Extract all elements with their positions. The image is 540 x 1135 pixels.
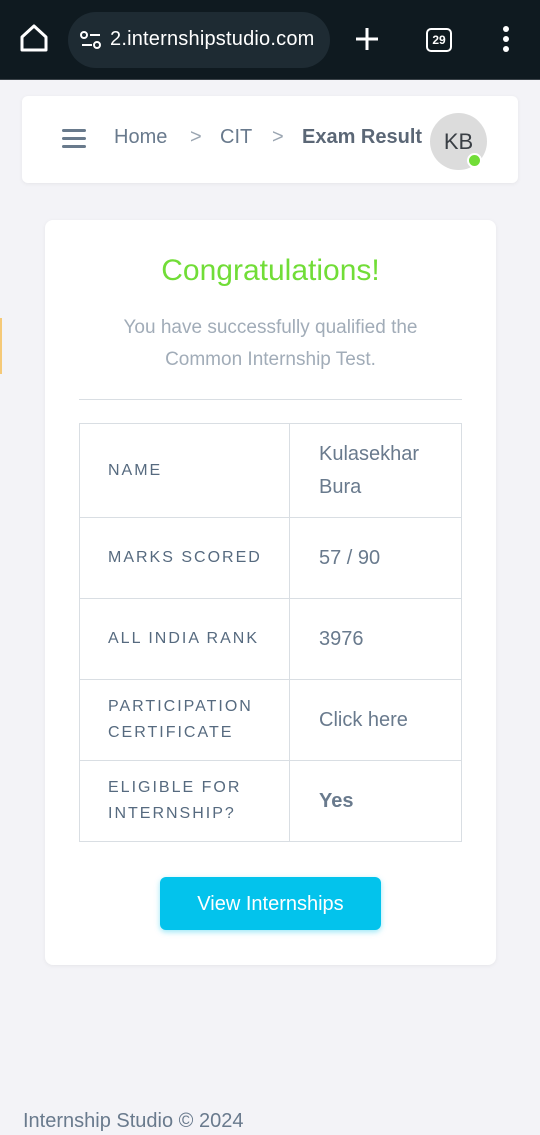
- site-settings-icon[interactable]: [80, 30, 102, 50]
- row-value-eligible: Yes: [289, 760, 462, 842]
- certificate-link[interactable]: Click here: [289, 679, 462, 761]
- exam-result-card: Congratulations! You have successfully q…: [45, 220, 496, 965]
- row-label-name: NAME: [79, 423, 290, 518]
- home-icon[interactable]: [18, 22, 50, 54]
- breadcrumb-home[interactable]: Home: [114, 126, 167, 149]
- new-tab-icon[interactable]: [352, 24, 382, 54]
- row-label-eligible: ELIGIBLE FOR INTERNSHIP?: [79, 760, 290, 842]
- view-internships-button[interactable]: View Internships: [160, 877, 381, 930]
- table-row: ELIGIBLE FOR INTERNSHIP? Yes: [79, 760, 462, 842]
- result-table: NAME Kulasekhar Bura MARKS SCORED 57 / 9…: [79, 423, 462, 842]
- row-value-name: Kulasekhar Bura: [289, 423, 462, 518]
- table-row: PARTICIPATION CERTIFICATE Click here: [79, 679, 462, 761]
- divider: [79, 399, 462, 400]
- breadcrumb-cit[interactable]: CIT: [220, 126, 252, 149]
- address-bar[interactable]: 2.internshipstudio.com: [68, 12, 330, 68]
- congratulations-heading: Congratulations!: [161, 254, 380, 287]
- url-text[interactable]: 2.internshipstudio.com: [110, 28, 315, 51]
- breadcrumb-current: Exam Result: [302, 126, 423, 148]
- row-value-marks: 57 / 90: [289, 517, 462, 599]
- side-edge-indicator: [0, 318, 2, 374]
- footer-copyright: Internship Studio © 2024: [23, 1110, 244, 1132]
- table-row: MARKS SCORED 57 / 90: [79, 517, 462, 599]
- table-row: NAME Kulasekhar Bura: [79, 423, 462, 518]
- more-options-icon[interactable]: [496, 24, 516, 54]
- hamburger-menu-icon[interactable]: [62, 129, 86, 149]
- tab-switcher-button[interactable]: 29: [426, 28, 452, 52]
- breadcrumb-bar: Home > CIT > Exam Result KB: [22, 96, 518, 183]
- table-row: ALL INDIA RANK 3976: [79, 598, 462, 680]
- browser-toolbar: 2.internshipstudio.com 29: [0, 0, 540, 80]
- online-status-dot: [467, 153, 482, 168]
- row-label-certificate: PARTICIPATION CERTIFICATE: [79, 679, 290, 761]
- row-value-rank: 3976: [289, 598, 462, 680]
- breadcrumb-separator: >: [190, 126, 202, 148]
- row-label-rank: ALL INDIA RANK: [79, 598, 290, 680]
- row-label-marks: MARKS SCORED: [79, 517, 290, 599]
- qualification-message: You have successfully qualified the Comm…: [123, 317, 418, 370]
- breadcrumb-separator: >: [272, 126, 284, 148]
